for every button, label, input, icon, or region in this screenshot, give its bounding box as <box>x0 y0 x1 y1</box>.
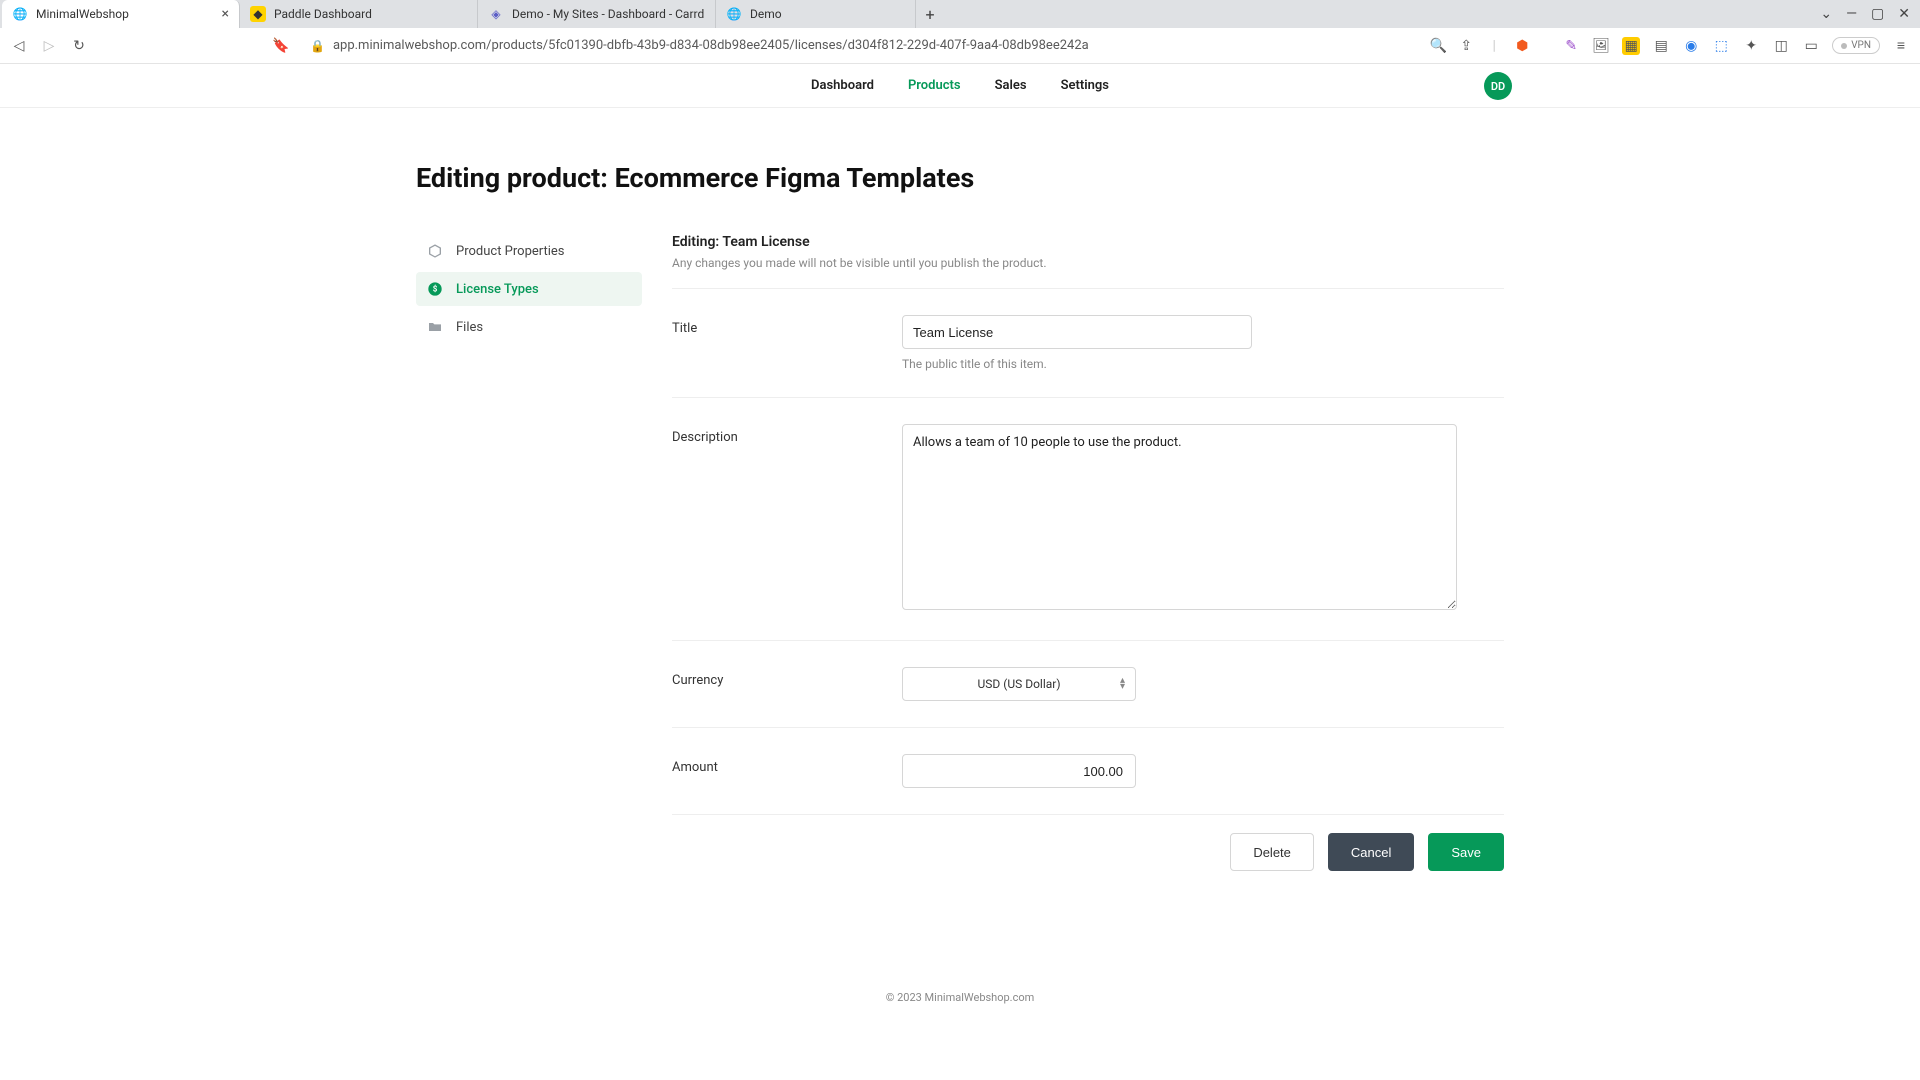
field-description: Description <box>672 416 1504 622</box>
section-subtitle: Any changes you made will not be visible… <box>672 256 1504 270</box>
sidebar-item-label: Product Properties <box>456 244 565 259</box>
divider <box>672 814 1504 815</box>
lock-icon: 🔒 <box>310 39 325 53</box>
wallet-icon[interactable]: ▭ <box>1802 37 1820 55</box>
carrd-icon: ◈ <box>488 6 504 22</box>
field-title: Title The public title of this item. <box>672 307 1504 379</box>
browser-tabbar: 🌐 MinimalWebshop × ◆ Paddle Dashboard ◈ … <box>0 0 1920 28</box>
field-label: Description <box>672 424 902 445</box>
field-amount: Amount <box>672 746 1504 796</box>
select-chevron-icon: ▴▾ <box>1120 678 1125 690</box>
description-textarea[interactable] <box>902 424 1457 610</box>
field-currency: Currency USD (US Dollar) ▴▾ <box>672 659 1504 709</box>
folder-icon <box>426 318 444 336</box>
sidebar-item-label: Files <box>456 320 483 335</box>
cancel-button[interactable]: Cancel <box>1328 833 1414 871</box>
currency-value: USD (US Dollar) <box>977 677 1060 691</box>
tab-label: Demo - My Sites - Dashboard - Carrd <box>512 7 705 21</box>
avatar[interactable]: DD <box>1484 72 1512 100</box>
currency-select[interactable]: USD (US Dollar) ▴▾ <box>902 667 1136 701</box>
tab-label: MinimalWebshop <box>36 7 214 21</box>
sidepanel-icon[interactable]: ◫ <box>1772 37 1790 55</box>
sidebar-item-license-types[interactable]: $ License Types <box>416 272 642 306</box>
ext-icon[interactable]: ▦ <box>1622 37 1640 55</box>
section-title: Editing: Team License <box>672 234 1504 250</box>
cube-icon <box>426 242 444 260</box>
browser-tab[interactable]: 🌐 Demo <box>716 0 916 28</box>
field-hint: The public title of this item. <box>902 357 1504 371</box>
ext-icon[interactable]: ✎ <box>1562 37 1580 55</box>
vpn-dot-icon <box>1841 43 1847 49</box>
nav-dashboard[interactable]: Dashboard <box>811 78 874 93</box>
dollar-icon: $ <box>426 280 444 298</box>
nav-products[interactable]: Products <box>908 78 961 93</box>
divider <box>672 640 1504 641</box>
page-title: Editing product: Ecommerce Figma Templat… <box>416 162 1504 194</box>
globe-icon: 🌐 <box>12 6 28 22</box>
minimize-icon[interactable]: — <box>1846 6 1857 22</box>
ext-icon[interactable]: ▤ <box>1652 37 1670 55</box>
share-icon[interactable]: ⇪ <box>1458 38 1474 54</box>
browser-tab[interactable]: ◆ Paddle Dashboard <box>240 0 478 28</box>
nav-settings[interactable]: Settings <box>1061 78 1109 93</box>
divider <box>672 288 1504 289</box>
field-label: Currency <box>672 667 902 688</box>
app-navbar: Dashboard Products Sales Settings DD <box>0 64 1920 108</box>
browser-addressbar: ◁ ▷ ↻ 🔖 🔒 app.minimalwebshop.com/product… <box>0 28 1920 64</box>
bookmark-icon[interactable]: 🔖 <box>272 38 290 54</box>
reload-button[interactable]: ↻ <box>70 38 88 54</box>
new-tab-button[interactable]: + <box>916 5 944 24</box>
amount-input[interactable] <box>902 754 1136 788</box>
save-button[interactable]: Save <box>1428 833 1504 871</box>
extensions-icon[interactable]: ✦ <box>1742 37 1760 55</box>
title-input[interactable] <box>902 315 1252 349</box>
sidebar-item-product-properties[interactable]: Product Properties <box>416 234 642 268</box>
divider <box>672 397 1504 398</box>
tab-label: Demo <box>750 7 905 21</box>
window-close-icon[interactable]: ✕ <box>1898 6 1910 22</box>
ext-icon[interactable]: ⬚ <box>1712 37 1730 55</box>
field-label: Amount <box>672 754 902 775</box>
shield-icon[interactable]: ⬢ <box>1514 38 1530 54</box>
divider <box>672 727 1504 728</box>
search-icon[interactable]: 🔍 <box>1430 38 1446 54</box>
browser-tab[interactable]: 🌐 MinimalWebshop × <box>2 0 240 28</box>
chevron-down-icon[interactable]: ⌄ <box>1820 6 1832 22</box>
svg-text:$: $ <box>433 285 438 294</box>
ext-icon[interactable]: ◉ <box>1682 37 1700 55</box>
close-icon[interactable]: × <box>222 7 229 21</box>
delete-button[interactable]: Delete <box>1230 833 1314 871</box>
sidebar-item-label: License Types <box>456 282 539 297</box>
globe-icon: 🌐 <box>726 6 742 22</box>
sidebar: Product Properties $ License Types Files <box>416 234 642 871</box>
maximize-icon[interactable]: ▢ <box>1871 6 1884 22</box>
forward-button: ▷ <box>40 38 58 54</box>
vpn-badge[interactable]: VPN <box>1832 37 1880 54</box>
field-label: Title <box>672 315 902 336</box>
ext-icon[interactable]: 🖼 <box>1592 37 1610 55</box>
menu-icon[interactable]: ≡ <box>1892 37 1910 55</box>
browser-tab[interactable]: ◈ Demo - My Sites - Dashboard - Carrd <box>478 0 716 28</box>
footer: © 2023 MinimalWebshop.com <box>416 991 1504 1004</box>
tab-label: Paddle Dashboard <box>274 7 467 21</box>
sidebar-item-files[interactable]: Files <box>416 310 642 344</box>
url-display[interactable]: 🔒 app.minimalwebshop.com/products/5fc013… <box>310 38 1089 53</box>
url-text: app.minimalwebshop.com/products/5fc01390… <box>333 38 1089 53</box>
nav-sales[interactable]: Sales <box>995 78 1027 93</box>
form-actions: Delete Cancel Save <box>672 833 1504 871</box>
paddle-icon: ◆ <box>250 6 266 22</box>
back-button[interactable]: ◁ <box>10 38 28 54</box>
